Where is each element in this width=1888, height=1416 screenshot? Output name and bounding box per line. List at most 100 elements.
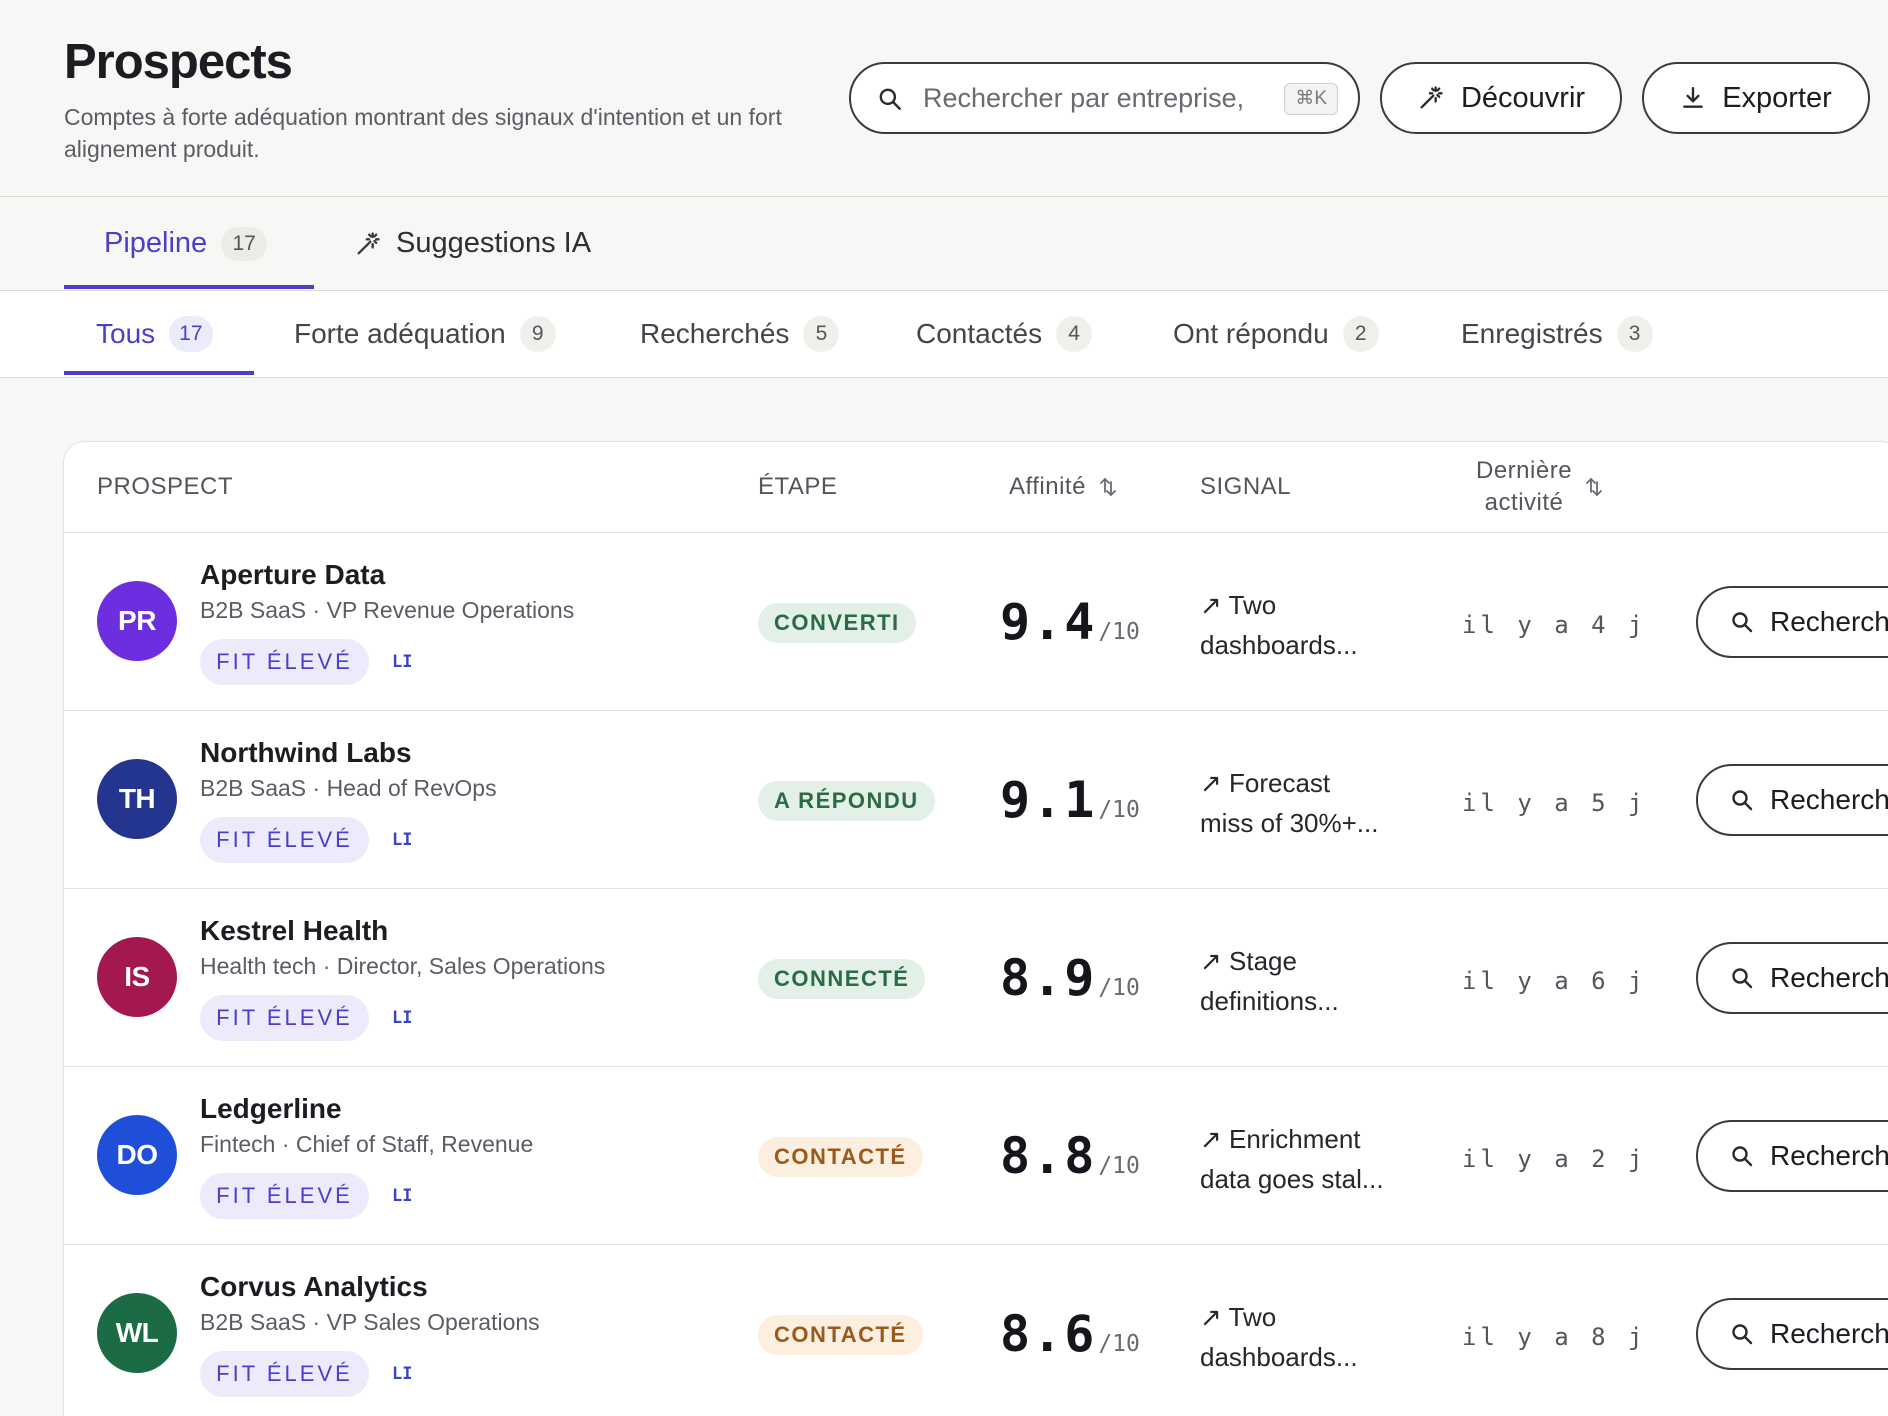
last-activity: il y a 6 j — [1462, 967, 1647, 995]
avatar: PR — [97, 581, 177, 661]
tab-suggestions-ia[interactable]: Suggestions IA — [354, 197, 591, 290]
filter-tab-count: 2 — [1342, 316, 1379, 352]
prospect-name: Northwind Labs — [200, 737, 412, 768]
prospect-name: Kestrel Health — [200, 915, 389, 946]
search-icon — [1732, 968, 1753, 989]
column-header-last-activity-label: Dernière activité — [1476, 455, 1572, 519]
signal-line: dashboards... — [1200, 630, 1358, 660]
filter-tab-count: 4 — [1056, 316, 1093, 352]
table-row[interactable]: TH Northwind Labs B2B SaaS · Head of Rev… — [64, 710, 1888, 888]
research-button[interactable]: Recherch — [1696, 942, 1888, 1014]
filter-tab-forte-adequation[interactable]: Forte adéquation 9 — [294, 291, 556, 377]
score-value: 9.4 — [1000, 593, 1097, 651]
status-badge: A RÉPONDU — [758, 781, 935, 821]
last-activity: il y a 4 j — [1462, 611, 1647, 639]
score-suffix: /10 — [1098, 1331, 1140, 1357]
page-subtitle: Comptes à forte adéquation montrant des … — [64, 104, 782, 162]
affinity-score: 8.8/10 — [1000, 1127, 1140, 1185]
linkedin-link[interactable]: LI — [392, 1008, 412, 1028]
affinity-score: 9.4/10 — [1000, 593, 1140, 651]
linkedin-link[interactable]: LI — [392, 1364, 412, 1384]
download-icon — [1683, 87, 1704, 108]
research-button-label: Recherch — [1770, 1318, 1888, 1349]
filter-tab-recherches[interactable]: Recherchés 5 — [640, 291, 840, 377]
filter-tab-ont-repondu[interactable]: Ont répondu 2 — [1173, 291, 1379, 377]
column-header-affinity[interactable]: Affinité — [1009, 442, 1118, 532]
affinity-score: 8.6/10 — [1000, 1305, 1140, 1363]
column-header-last-activity[interactable]: Dernière activité — [1476, 442, 1604, 532]
magic-wand-icon — [1420, 86, 1443, 109]
status-badge: CONNECTÉ — [758, 959, 926, 999]
prospect-meta: Fintech · Chief of Staff, Revenue — [200, 1131, 534, 1157]
signal-text: ↗ Forecast miss of 30%+... — [1200, 763, 1410, 843]
research-button[interactable]: Recherch — [1696, 1120, 1888, 1192]
table-row[interactable]: WL Corvus Analytics B2B SaaS · VP Sales … — [64, 1244, 1888, 1416]
page-header: Prospects Comptes à forte adéquation mon… — [0, 0, 1888, 196]
research-button[interactable]: Recherch — [1696, 586, 1888, 658]
tab-pipeline[interactable]: Pipeline 17 — [104, 197, 268, 290]
score-value: 8.6 — [1000, 1305, 1097, 1363]
prospect-name: Corvus Analytics — [200, 1271, 428, 1302]
column-header-line: activité — [1484, 489, 1564, 516]
filter-tab-label: Recherchés — [640, 318, 790, 349]
fit-badge: FIT ÉLEVÉ — [200, 1173, 369, 1219]
score-suffix: /10 — [1098, 797, 1140, 823]
research-button[interactable]: Recherch — [1696, 764, 1888, 836]
column-header-stage: ÉTAPE — [758, 473, 838, 500]
linkedin-link[interactable]: LI — [392, 1186, 412, 1206]
prospect-name: Aperture Data — [200, 559, 386, 590]
linkedin-link[interactable]: LI — [392, 652, 412, 672]
search-icon — [1732, 1324, 1753, 1345]
status-badge: CONTACTÉ — [758, 1315, 923, 1355]
filter-tab-count: 17 — [169, 316, 213, 352]
page-title: Prospects — [64, 35, 293, 89]
filter-tab-contactes[interactable]: Contactés 4 — [916, 291, 1093, 377]
export-button[interactable]: Exporter — [1642, 62, 1870, 134]
signal-line: data goes stal... — [1200, 1164, 1384, 1194]
filter-tab-label: Forte adéquation — [294, 318, 506, 349]
filter-tab-label: Ont répondu — [1173, 318, 1329, 349]
search-input[interactable] — [923, 64, 1263, 132]
table-row[interactable]: IS Kestrel Health Health tech · Director… — [64, 888, 1888, 1066]
prospect-meta: Health tech · Director, Sales Operations — [200, 953, 606, 979]
magic-wand-icon — [357, 231, 380, 254]
status-badge: CONTACTÉ — [758, 1137, 923, 1177]
research-button-label: Recherch — [1770, 606, 1888, 637]
filter-tab-enregistres[interactable]: Enregistrés 3 — [1461, 291, 1653, 377]
avatar: TH — [97, 759, 177, 839]
filter-tab-label: Contactés — [916, 318, 1043, 349]
filter-tab-count: 5 — [803, 316, 840, 352]
discover-button[interactable]: Découvrir — [1380, 62, 1622, 134]
prospect-meta: B2B SaaS · VP Sales Operations — [200, 1309, 540, 1335]
score-value: 9.1 — [1000, 771, 1097, 829]
table-row[interactable]: PR Aperture Data B2B SaaS · VP Revenue O… — [64, 532, 1888, 710]
filters-divider — [0, 377, 1888, 378]
search-shortcut-badge: ⌘K — [1284, 83, 1338, 115]
signal-line: ↗ Two — [1200, 590, 1277, 620]
filter-tab-tous[interactable]: Tous 17 — [96, 291, 213, 377]
fit-badge: FIT ÉLEVÉ — [200, 995, 369, 1041]
research-button[interactable]: Recherch — [1696, 1298, 1888, 1370]
search-icon — [1732, 1146, 1753, 1167]
linkedin-link[interactable]: LI — [392, 830, 412, 850]
filter-tab-count: 3 — [1616, 316, 1653, 352]
signal-text: ↗ Two dashboards... — [1200, 585, 1410, 665]
signal-line: ↗ Stage — [1200, 946, 1297, 976]
active-tab-indicator — [64, 285, 314, 289]
column-header-prospect: PROSPECT — [97, 473, 234, 500]
active-filter-indicator — [64, 371, 254, 375]
search-box[interactable]: ⌘K — [849, 62, 1360, 134]
search-icon — [1732, 790, 1753, 811]
prospect-meta: B2B SaaS · Head of RevOps — [200, 775, 497, 801]
table-row[interactable]: DO Ledgerline Fintech · Chief of Staff, … — [64, 1066, 1888, 1244]
score-suffix: /10 — [1098, 975, 1140, 1001]
score-value: 8.9 — [1000, 949, 1097, 1007]
signal-line: ↗ Forecast — [1200, 768, 1331, 798]
status-badge: CONVERTI — [758, 603, 916, 643]
score-suffix: /10 — [1098, 1153, 1140, 1179]
sort-icon — [1100, 478, 1116, 496]
signal-text: ↗ Two dashboards... — [1200, 1297, 1410, 1377]
column-header-signal: SIGNAL — [1200, 473, 1292, 500]
export-button-label: Exporter — [1722, 81, 1832, 114]
prospect-meta: B2B SaaS · VP Revenue Operations — [200, 597, 575, 623]
